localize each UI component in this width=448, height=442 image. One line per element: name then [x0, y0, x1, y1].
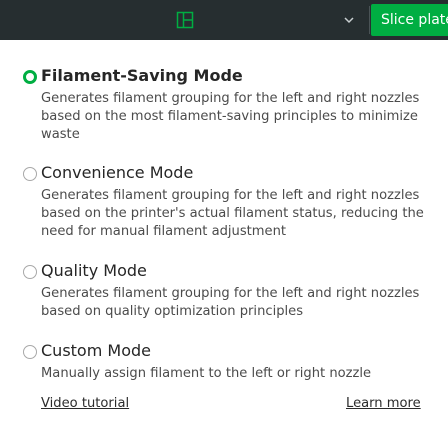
- toolbar-divider: [369, 6, 370, 34]
- mode-description: Generates filament grouping for the left…: [41, 91, 420, 142]
- mode-title: Convenience Mode: [41, 163, 194, 182]
- layout-icon[interactable]: [176, 11, 194, 29]
- radio-convenience[interactable]: [23, 167, 37, 181]
- mode-title: Custom Mode: [41, 341, 151, 360]
- video-tutorial-link[interactable]: Video tutorial: [41, 395, 129, 413]
- mode-description: Generates filament grouping for the left…: [41, 188, 424, 239]
- radio-filament-saving[interactable]: [23, 70, 37, 84]
- learn-more-link[interactable]: Learn more: [346, 395, 421, 413]
- mode-title: Quality Mode: [41, 261, 147, 280]
- slice-plate-button[interactable]: Slice plate: [371, 4, 448, 36]
- mode-description: Generates filament grouping for the left…: [41, 286, 420, 319]
- radio-custom[interactable]: [23, 345, 37, 359]
- radio-quality[interactable]: [23, 265, 37, 279]
- top-toolbar: Slice plate: [0, 0, 448, 40]
- mode-description: Manually assign filament to the left or …: [41, 366, 372, 381]
- chevron-down-icon[interactable]: [343, 14, 355, 26]
- mode-title: Filament-Saving Mode: [41, 66, 243, 85]
